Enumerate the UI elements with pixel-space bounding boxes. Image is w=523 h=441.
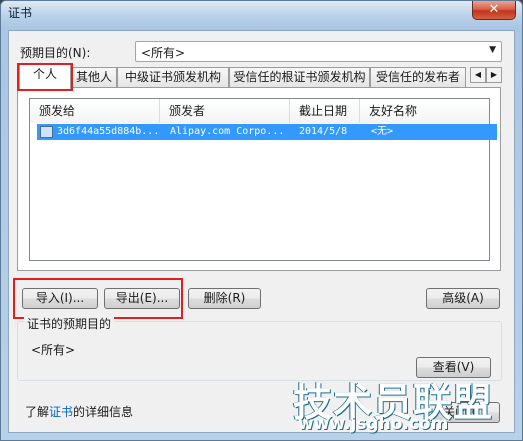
tab-scroll-left-icon[interactable]: ◀ xyxy=(470,67,486,83)
purpose-dropdown[interactable]: <所有> ▼ xyxy=(135,41,502,62)
chevron-down-icon[interactable]: ▼ xyxy=(489,45,496,55)
advanced-button[interactable]: 高级(A) xyxy=(426,288,500,309)
window-close-button[interactable]: ✕ xyxy=(472,1,516,20)
highlight-box-buttons xyxy=(13,278,183,319)
column-header-expiry[interactable]: 截止日期 xyxy=(290,99,360,123)
tab-other-people[interactable]: 其他人 xyxy=(71,67,117,88)
learn-more-prefix: 了解 xyxy=(25,405,50,419)
remove-button[interactable]: 删除(R) xyxy=(188,288,261,309)
watermark-url: www.jsgho.com xyxy=(298,414,449,434)
cell-issued-by: Alipay.com Corpo... xyxy=(170,126,285,137)
tab-trusted-publishers[interactable]: 受信任的发布者 xyxy=(370,67,466,88)
certificate-icon xyxy=(40,126,53,138)
purpose-group-title: 证书的预期目的 xyxy=(24,315,115,332)
cell-friendly-name: <无> xyxy=(371,126,394,137)
column-header-friendly-name[interactable]: 友好名称 xyxy=(360,99,489,123)
window-title: 证书 xyxy=(8,6,33,20)
highlight-box-tab xyxy=(17,63,73,91)
learn-more-suffix: 的详细信息 xyxy=(73,405,134,419)
certificate-link[interactable]: 证书 xyxy=(49,405,73,419)
column-header-issued-to[interactable]: 颁发给 xyxy=(30,99,160,123)
tab-intermediate-ca[interactable]: 中级证书颁发机构 xyxy=(117,67,229,88)
tab-trusted-root-ca[interactable]: 受信任的根证书颁发机构 xyxy=(229,67,370,88)
learn-more-text: 了解证书的详细信息 xyxy=(25,403,133,420)
tab-scroll-right-icon[interactable]: ▶ xyxy=(486,67,502,83)
purpose-label: 预期目的(N): xyxy=(20,46,91,60)
cell-issued-to: 3d6f44a55d884b... xyxy=(57,126,160,137)
purpose-selected: <所有> xyxy=(141,46,186,60)
purpose-group-value: <所有> xyxy=(31,343,76,357)
cell-expiry: 2014/5/8 xyxy=(299,126,348,137)
column-header-issued-by[interactable]: 颁发者 xyxy=(160,99,290,123)
title-bar[interactable] xyxy=(1,1,522,29)
